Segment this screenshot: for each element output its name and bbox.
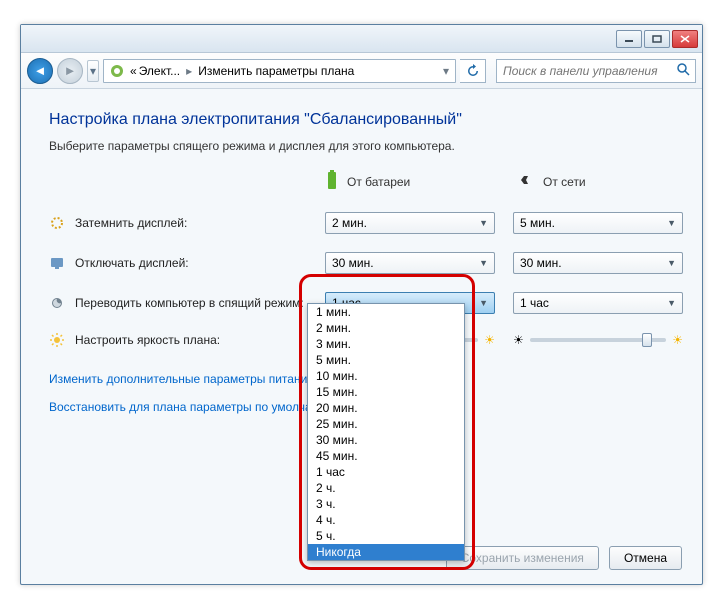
row-off: Отключать дисплей:: [49, 255, 307, 271]
button-row: Сохранить изменения Отмена: [446, 546, 682, 570]
breadcrumb-part2[interactable]: Изменить параметры плана: [198, 64, 354, 78]
navbar: ◄ ► ▾ « Элект... ▸ Изменить параметры пл…: [21, 53, 702, 89]
dropdown-option[interactable]: 4 ч.: [308, 512, 464, 528]
titlebar: [21, 25, 702, 53]
dropdown-option[interactable]: 2 мин.: [308, 320, 464, 336]
brightness-icon: [49, 332, 65, 348]
dropdown-option[interactable]: Никогда: [308, 544, 464, 560]
dropdown-option[interactable]: 30 мин.: [308, 432, 464, 448]
dim-battery-select[interactable]: 2 мин.▼: [325, 212, 495, 234]
column-plugged: От сети: [513, 174, 683, 189]
address-bar[interactable]: « Элект... ▸ Изменить параметры плана ▾: [103, 59, 456, 83]
column-battery: От батареи: [325, 169, 495, 194]
power-plan-icon: [108, 62, 126, 80]
off-plugged-select[interactable]: 30 мин.▼: [513, 252, 683, 274]
dim-icon: [49, 215, 65, 231]
dropdown-option[interactable]: 15 мин.: [308, 384, 464, 400]
forward-button[interactable]: ►: [57, 58, 83, 84]
dropdown-option[interactable]: 25 мин.: [308, 416, 464, 432]
breadcrumb-separator[interactable]: ▸: [182, 64, 196, 78]
sun-large-icon: ☀: [672, 333, 683, 347]
dropdown-option[interactable]: 45 мин.: [308, 448, 464, 464]
display-off-icon: [49, 255, 65, 271]
sun-large-icon: ☀: [484, 333, 495, 347]
dropdown-option[interactable]: 20 мин.: [308, 400, 464, 416]
minimize-button[interactable]: [616, 30, 642, 48]
maximize-button[interactable]: [644, 30, 670, 48]
battery-icon: [325, 169, 339, 194]
dropdown-option[interactable]: 3 ч.: [308, 496, 464, 512]
plug-icon: [513, 174, 535, 189]
sun-small-icon: ☀: [513, 333, 524, 347]
sleep-icon: [49, 295, 65, 311]
row-brightness: Настроить яркость плана:: [49, 332, 307, 348]
cancel-button[interactable]: Отмена: [609, 546, 682, 570]
dropdown-option[interactable]: 5 мин.: [308, 352, 464, 368]
refresh-button[interactable]: [460, 59, 486, 83]
dim-plugged-select[interactable]: 5 мин.▼: [513, 212, 683, 234]
search-input[interactable]: [497, 64, 671, 78]
address-dropdown[interactable]: ▾: [437, 64, 455, 78]
dropdown-option[interactable]: 1 мин.: [308, 304, 464, 320]
page-subtitle: Выберите параметры спящего режима и дисп…: [49, 139, 674, 153]
search-box[interactable]: [496, 59, 696, 83]
page-title: Настройка плана электропитания "Сбаланси…: [49, 111, 674, 129]
breadcrumb-part1[interactable]: Элект...: [139, 64, 180, 78]
window-frame: ◄ ► ▾ « Элект... ▸ Изменить параметры пл…: [20, 24, 703, 585]
close-button[interactable]: [672, 30, 698, 48]
dropdown-option[interactable]: 1 час: [308, 464, 464, 480]
row-sleep: Переводить компьютер в спящий режим:: [49, 295, 307, 311]
dropdown-option[interactable]: 5 ч.: [308, 528, 464, 544]
back-button[interactable]: ◄: [27, 58, 53, 84]
dropdown-option[interactable]: 10 мин.: [308, 368, 464, 384]
breadcrumb-prefix: «: [130, 64, 137, 78]
sleep-plugged-select[interactable]: 1 час▼: [513, 292, 683, 314]
row-dim: Затемнить дисплей:: [49, 215, 307, 231]
dropdown-option[interactable]: 3 мин.: [308, 336, 464, 352]
history-dropdown[interactable]: ▾: [87, 60, 99, 82]
save-button[interactable]: Сохранить изменения: [446, 546, 599, 570]
dropdown-option[interactable]: 2 ч.: [308, 480, 464, 496]
off-battery-select[interactable]: 30 мин.▼: [325, 252, 495, 274]
brightness-plugged-slider[interactable]: ☀ ☀: [513, 333, 683, 347]
search-icon[interactable]: [671, 62, 695, 79]
sleep-battery-dropdown-list[interactable]: 1 мин.2 мин.3 мин.5 мин.10 мин.15 мин.20…: [307, 303, 465, 561]
